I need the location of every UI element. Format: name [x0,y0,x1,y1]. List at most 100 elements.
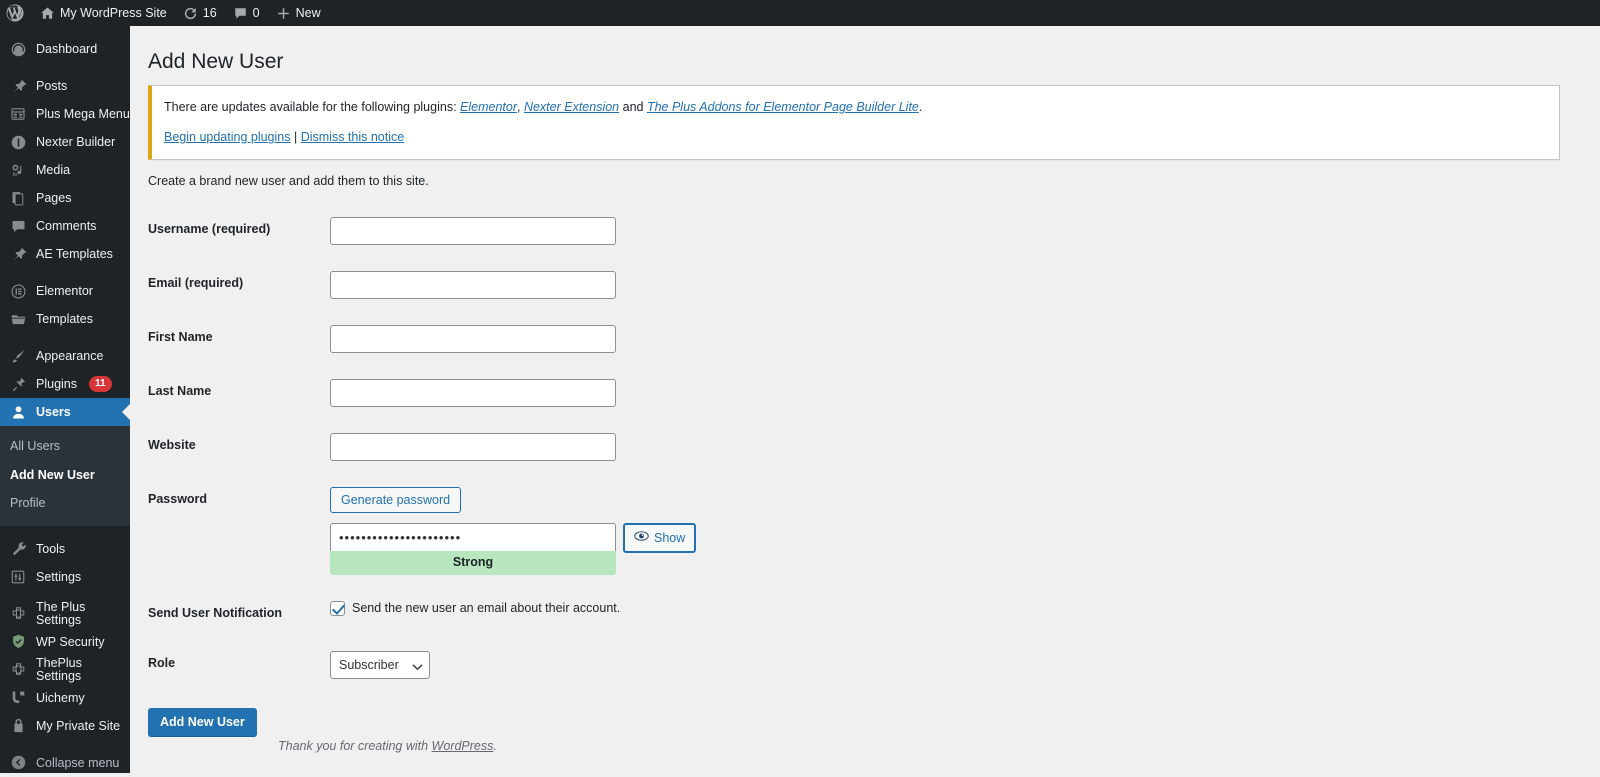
sidebar-label: WP Security [36,634,105,649]
form-row-first-name: First Name [148,312,706,366]
last-name-input[interactable] [330,378,616,407]
sidebar-item-users[interactable]: Users [0,398,130,426]
comment-bubble-icon [233,6,248,21]
username-input[interactable] [330,216,616,245]
begin-updating-plugins-link[interactable]: Begin updating plugins [164,130,291,144]
menu-spacer [0,268,130,277]
admin-footer: Thank you for creating with WordPress. [278,739,497,753]
sidebar-label: My Private Site [36,718,121,733]
site-name-menu[interactable]: My WordPress Site [32,0,175,26]
sidebar-item-templates[interactable]: Templates [0,305,130,333]
generate-password-button[interactable]: Generate password [330,486,462,513]
submenu-item-profile[interactable]: Profile [0,489,130,518]
sidebar-item-pages[interactable]: Pages [0,184,130,212]
the-plus-icon [9,661,27,679]
plus-icon [276,6,291,21]
password-label: Password [148,491,208,506]
send-user-notification-label: Send User Notification [148,605,283,620]
sidebar-item-elementor[interactable]: Elementor [0,277,130,305]
sidebar-item-comments[interactable]: Comments [0,212,130,240]
first-name-input[interactable] [330,324,616,353]
mega-menu-grid-icon [9,105,27,123]
role-select[interactable]: Subscriber Contributor Author Editor Adm… [330,651,430,680]
first-name-label: First Name [148,329,213,344]
users-submenu: All Users Add New User Profile [0,426,130,526]
sidebar-item-wp-security[interactable]: WP Security [0,628,130,656]
sidebar-item-appearance[interactable]: Appearance [0,342,130,370]
notice-text-after: . [918,100,923,115]
sidebar-label: Nexter Builder [36,134,116,149]
page-intro-text: Create a brand new user and add them to … [148,173,429,188]
sidebar-item-plus-mega-menu[interactable]: Plus Mega Menu [0,100,130,128]
sidebar-label: Tools [36,541,66,556]
website-input[interactable] [330,432,616,461]
notice-plugin-link-the-plus-addons[interactable]: The Plus Addons for Elementor Page Build… [647,100,919,114]
last-name-label: Last Name [148,383,212,398]
email-label: Email (required) [148,275,244,290]
sidebar-item-posts[interactable]: Posts [0,72,130,100]
user-icon [9,403,27,421]
comments-menu[interactable]: 0 [225,0,268,26]
notice-plugin-link-elementor[interactable]: Elementor [460,100,517,114]
sidebar-item-dashboard[interactable]: Dashboard [0,35,130,63]
comments-count: 0 [252,6,260,20]
exclamation-circle-icon [9,133,27,151]
form-row-website: Website [148,420,706,474]
role-label: Role [148,656,176,671]
sidebar-item-plugins[interactable]: Plugins 11 [0,370,130,398]
plugins-update-badge: 11 [89,376,112,392]
main-content-area: Add New User There are updates available… [130,26,1600,773]
password-entry-row: Strong [330,522,697,575]
password-field-wrapper: Strong [330,522,616,575]
email-input[interactable] [330,270,616,299]
sidebar-label: Dashboard [36,41,98,56]
sidebar-item-ae-templates[interactable]: AE Templates [0,240,130,268]
form-row-last-name: Last Name [148,366,706,420]
dismiss-notice-link[interactable]: Dismiss this notice [301,130,405,144]
show-password-label: Show [654,530,686,545]
add-new-user-submit-button[interactable]: Add New User [148,708,257,737]
user-form-table: Username (required) Email (required) Fir… [148,204,706,692]
sidebar-item-the-plus-settings[interactable]: The Plus Settings [0,600,130,628]
paintbrush-icon [9,347,27,365]
submenu-item-all-users[interactable]: All Users [0,432,130,461]
sidebar-item-uichemy[interactable]: Uichemy [0,684,130,712]
folder-icon [9,310,27,328]
menu-spacer [0,63,130,72]
admin-sidebar-menu: Dashboard Posts Plus Mega Menu Nexter Bu… [0,26,130,773]
submenu-item-add-new-user[interactable]: Add New User [0,461,130,490]
notice-text-before: There are updates available for the foll… [164,100,461,115]
wordpress-footer-link[interactable]: WordPress [432,739,494,753]
sidebar-item-media[interactable]: Media [0,156,130,184]
notice-message: There are updates available for the foll… [164,98,1547,117]
sidebar-item-nexter-builder[interactable]: Nexter Builder [0,128,130,156]
sidebar-label: ThePlus Settings [36,656,82,683]
shield-check-icon [9,633,27,651]
wp-logo-menu[interactable] [0,0,32,26]
elementor-icon [9,282,27,300]
sidebar-label: Templates [36,311,93,326]
show-password-button[interactable]: Show [623,522,697,553]
sidebar-item-my-private-site[interactable]: My Private Site [0,712,130,740]
sidebar-label: Appearance [36,348,104,363]
updates-menu[interactable]: 16 [175,0,225,26]
sidebar-label: Comments [36,218,97,233]
notice-actions: Begin updating plugins | Dismiss this no… [164,128,1547,147]
username-label: Username (required) [148,221,271,236]
form-row-username: Username (required) [148,204,706,258]
sidebar-label: Media [36,162,71,177]
sidebar-label: Uichemy [36,690,85,705]
notice-plugin-link-nexter-extension[interactable]: Nexter Extension [524,100,619,114]
password-input[interactable] [330,522,616,551]
submit-row: Add New User [148,692,1580,737]
admin-bar: My WordPress Site 16 0 New [0,0,1600,26]
settings-sliders-icon [9,568,27,586]
sidebar-item-settings[interactable]: Settings [0,563,130,591]
sidebar-label: AE Templates [36,246,113,261]
send-user-notification-checkbox[interactable] [330,600,345,616]
sidebar-item-theplus-settings[interactable]: ThePlus Settings [0,656,130,684]
sidebar-item-tools[interactable]: Tools [0,535,130,563]
pin-icon [9,245,27,263]
menu-spacer [0,526,130,535]
new-content-menu[interactable]: New [268,0,329,26]
